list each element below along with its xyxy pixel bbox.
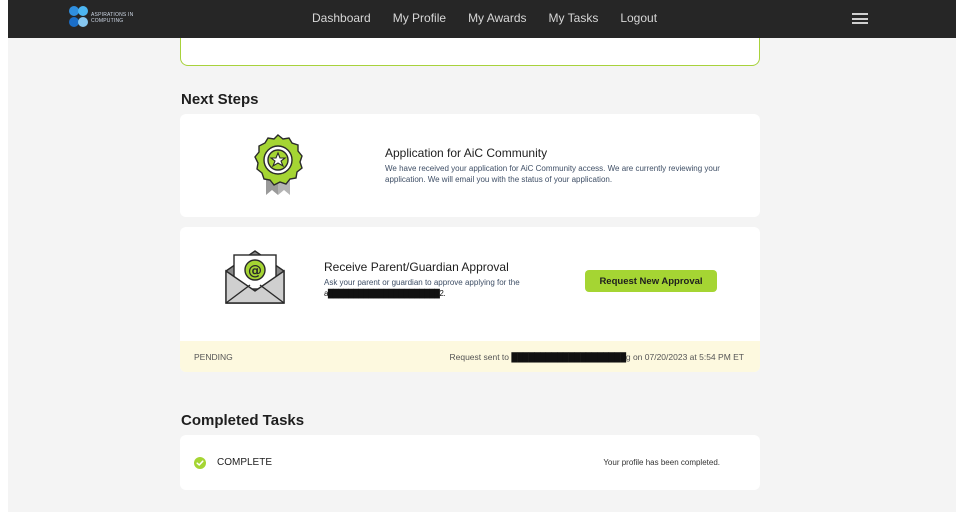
email-envelope-icon: @	[225, 250, 285, 304]
previous-card	[180, 38, 760, 66]
parent-approval-card: @ Receive Parent/Guardian Approval Ask y…	[180, 227, 760, 372]
request-sent-prefix: Request sent to	[449, 352, 510, 362]
nav-my-tasks[interactable]: My Tasks	[549, 11, 599, 25]
parent-approval-title: Receive Parent/Guardian Approval	[324, 260, 509, 274]
community-application-card: Application for AiC Community We have re…	[180, 114, 760, 217]
request-new-approval-button[interactable]: Request New Approval	[585, 270, 717, 292]
top-navbar: ASPIRATIONS IN COMPUTING Dashboard My Pr…	[8, 0, 956, 38]
logo-text: ASPIRATIONS IN COMPUTING	[91, 12, 133, 24]
community-description: We have received your application for Ai…	[385, 164, 720, 184]
award-badge-icon	[254, 134, 303, 195]
svg-text:@: @	[248, 263, 262, 279]
pending-status-bar: PENDING Request sent to ████████████████…	[180, 341, 760, 372]
request-sent-suffix: g on 07/20/2023 at 5:54 PM ET	[625, 352, 744, 362]
aic-logo-icon	[69, 6, 88, 27]
aic-logo[interactable]: ASPIRATIONS IN COMPUTING	[68, 5, 158, 33]
check-circle-icon	[194, 457, 206, 469]
status-badge: PENDING	[194, 352, 233, 362]
request-sent-info: Request sent to ████████████████████g on…	[449, 352, 744, 362]
completed-task-card: COMPLETE Your profile has been completed…	[180, 435, 760, 490]
nav-my-awards[interactable]: My Awards	[468, 11, 526, 25]
parent-approval-desc-line1: Ask your parent or guardian to approve a…	[324, 278, 520, 287]
parent-approval-desc-line2: a██████████████████████2.	[324, 289, 445, 298]
next-steps-heading: Next Steps	[181, 91, 259, 108]
complete-status-label: COMPLETE	[217, 457, 273, 468]
logo-text-line2: COMPUTING	[91, 17, 124, 24]
complete-description: Your profile has been completed.	[603, 458, 720, 467]
parent-approval-description: Ask your parent or guardian to approve a…	[324, 277, 554, 299]
nav-logout[interactable]: Logout	[620, 11, 657, 25]
hamburger-menu-icon[interactable]	[852, 13, 868, 24]
request-sent-email: ████████████████████	[511, 352, 626, 362]
completed-tasks-heading: Completed Tasks	[181, 412, 305, 429]
nav-links: Dashboard My Profile My Awards My Tasks …	[312, 11, 679, 25]
community-title: Application for AiC Community	[385, 146, 548, 160]
nav-dashboard[interactable]: Dashboard	[312, 11, 371, 25]
page-viewport: ASPIRATIONS IN COMPUTING Dashboard My Pr…	[8, 0, 956, 512]
nav-my-profile[interactable]: My Profile	[393, 11, 446, 25]
